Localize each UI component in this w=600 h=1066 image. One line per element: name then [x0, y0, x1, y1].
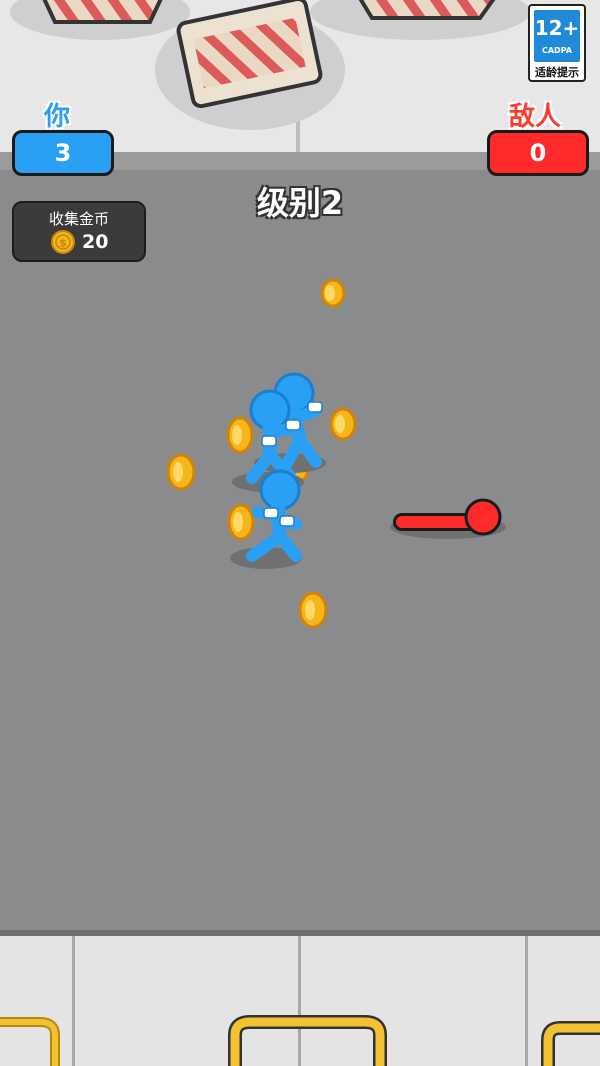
coin — [320, 278, 346, 308]
coin — [166, 453, 196, 491]
game-scene — [166, 278, 506, 629]
coin — [329, 407, 357, 441]
coin — [227, 503, 255, 541]
coin — [226, 416, 254, 454]
game-stage[interactable]: 你 3 敌人 0 12+ CADPA 适龄提示 级别2 收集金币 $ 20 — [0, 0, 600, 1066]
coin — [298, 591, 328, 629]
red-stickman-defeated — [390, 498, 506, 539]
